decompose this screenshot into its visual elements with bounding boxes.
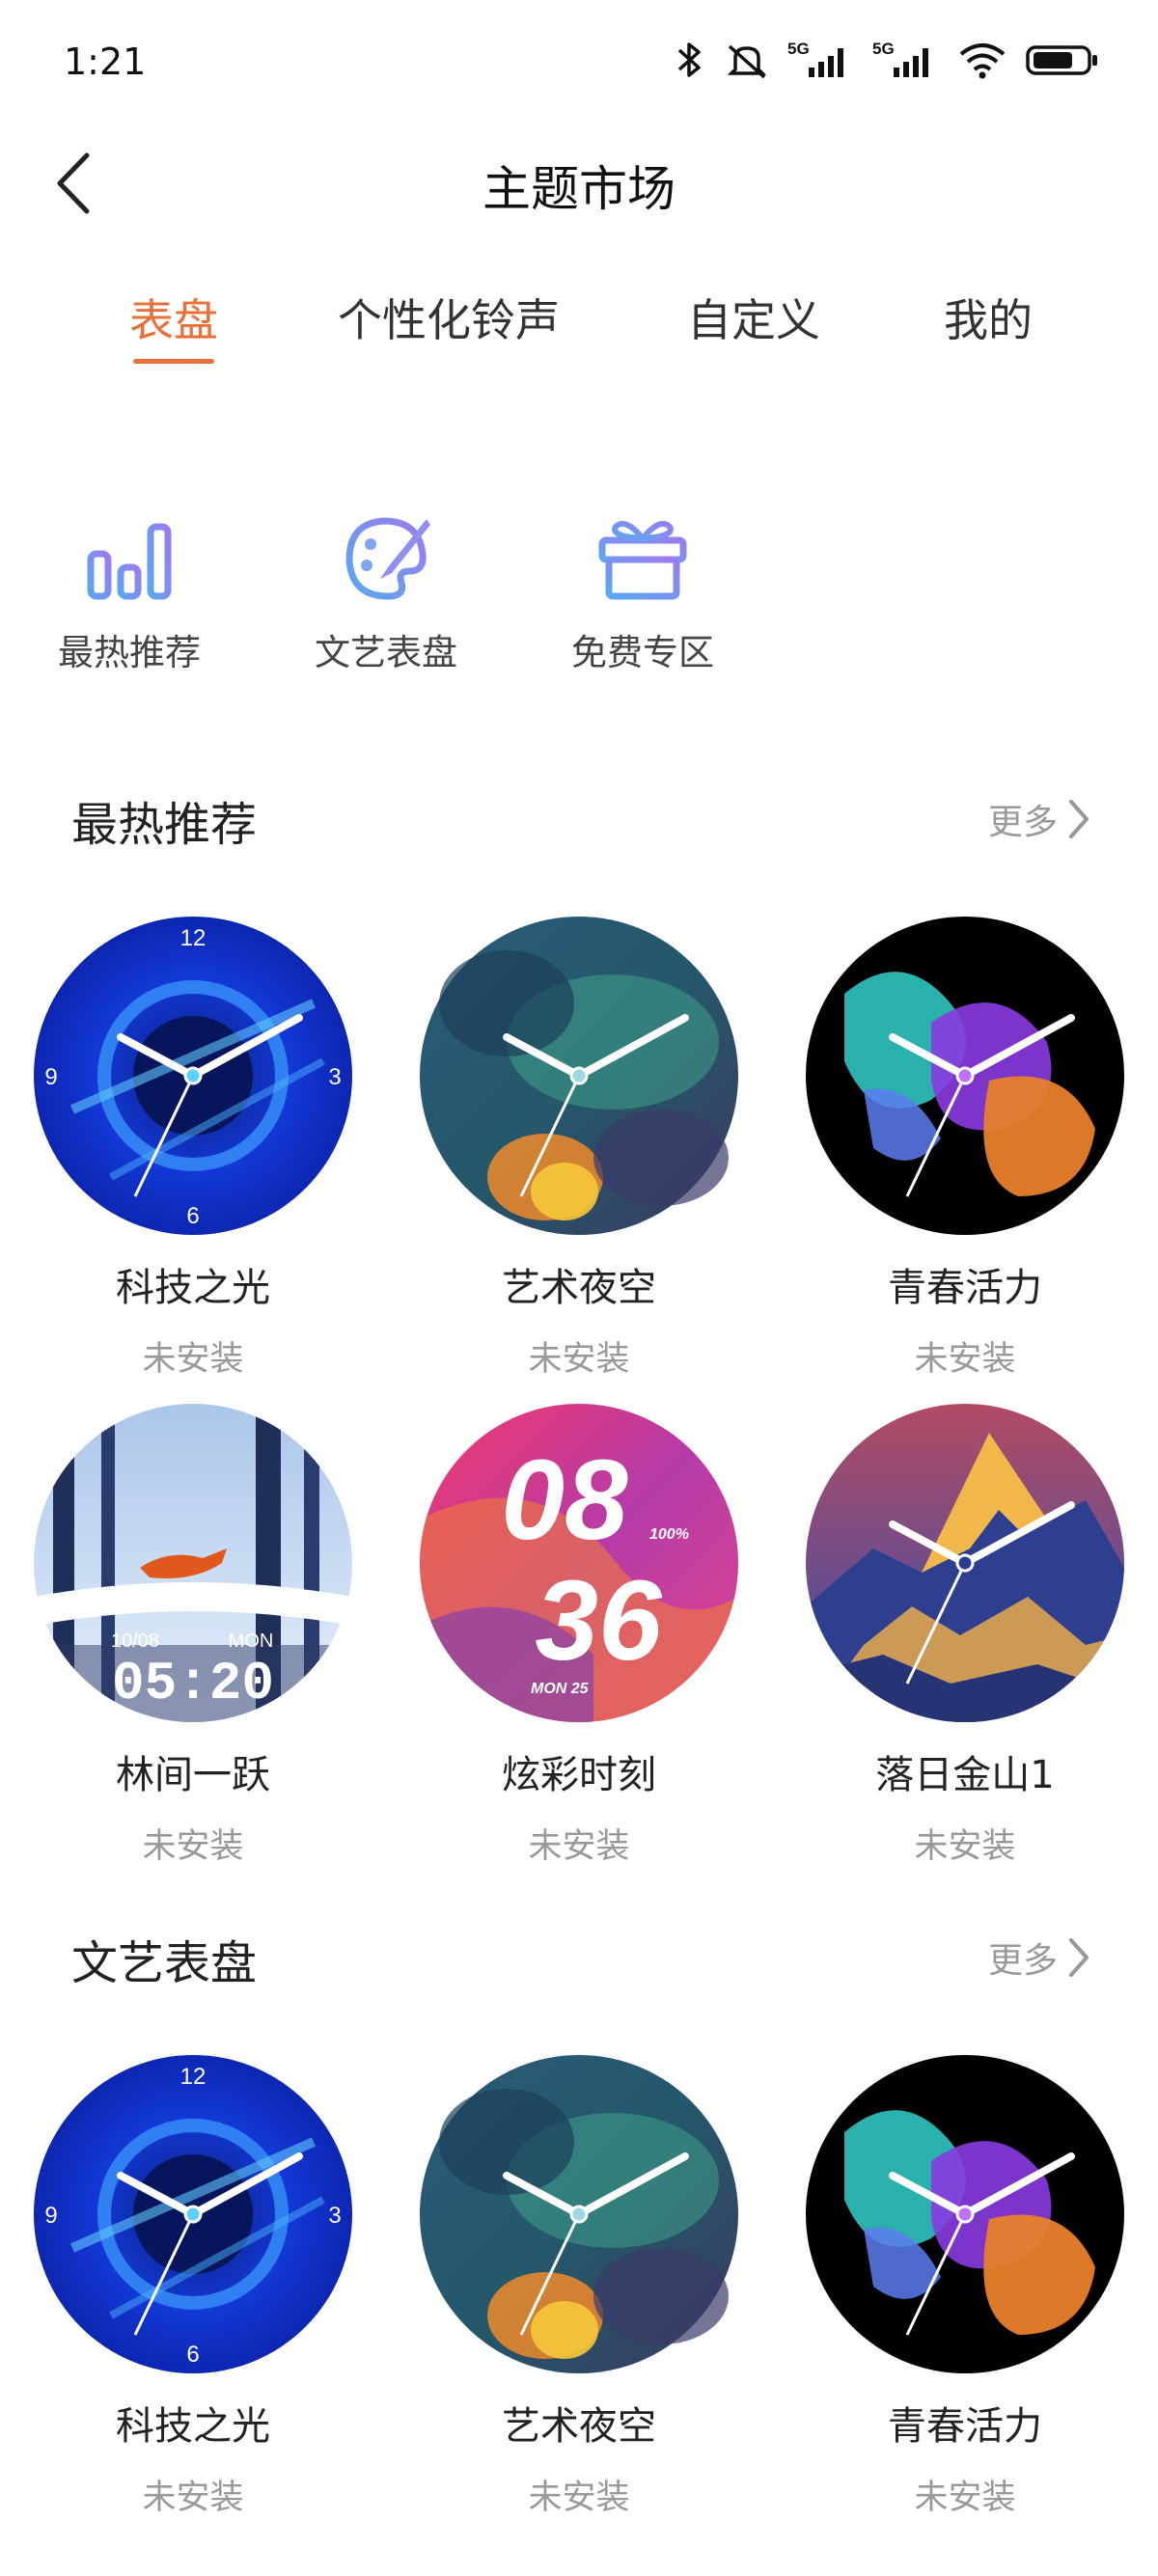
category-label: 免费专区 bbox=[571, 632, 714, 673]
install-status: 未安装 bbox=[528, 1827, 630, 1866]
watch-face-card[interactable]: 12 3 6 9 科技之光 未安装 bbox=[29, 917, 357, 1380]
dial-number: 3 bbox=[328, 1064, 341, 1090]
install-status: 未安装 bbox=[142, 2479, 244, 2517]
active-tab-indicator bbox=[133, 359, 214, 364]
watch-face-name: 艺术夜空 bbox=[502, 1266, 656, 1310]
watch-face-preview bbox=[420, 917, 738, 1235]
category-label: 最热推荐 bbox=[58, 632, 201, 673]
watch-minute: 36 bbox=[535, 1557, 663, 1685]
more-link[interactable]: 更多 bbox=[988, 1932, 1090, 1983]
category-free[interactable]: 免费专区 bbox=[546, 511, 739, 675]
net2-label: 5G bbox=[872, 40, 895, 58]
watch-face-card[interactable]: 青春活力 未安装 bbox=[801, 917, 1129, 1380]
watch-face-name: 青春活力 bbox=[888, 1266, 1042, 1310]
category-label: 文艺表盘 bbox=[315, 632, 457, 673]
watch-face-preview bbox=[806, 917, 1124, 1235]
watch-face-card[interactable]: 艺术夜空 未安装 bbox=[415, 917, 743, 1380]
watch-face-name: 青春活力 bbox=[888, 2404, 1042, 2449]
install-status: 未安装 bbox=[142, 1827, 244, 1866]
watch-face-preview: 12 3 6 9 bbox=[34, 917, 352, 1235]
watch-hour: 08 bbox=[501, 1437, 628, 1564]
dial-number: 3 bbox=[328, 2203, 341, 2229]
status-time: 1:21 bbox=[64, 41, 147, 83]
tab-bar: 表盘 个性化铃声 自定义 我的 bbox=[0, 286, 1158, 382]
category-shortcuts: 最热推荐 文艺表盘 免费专区 bbox=[0, 511, 772, 685]
status-icons: 5G 5G bbox=[674, 39, 1100, 81]
chevron-right-icon bbox=[1069, 800, 1089, 838]
watch-face-preview: 08 36 100% MON 25 bbox=[420, 1404, 738, 1722]
watch-face-card[interactable]: 12 3 6 9 科技之光 未安装 bbox=[29, 2055, 357, 2518]
tab-label: 个性化铃声 bbox=[338, 294, 560, 346]
watch-day: MON bbox=[229, 1631, 274, 1652]
tab-label: 表盘 bbox=[129, 294, 218, 346]
mute-bell-icon bbox=[724, 41, 770, 79]
dial-number: 6 bbox=[186, 2342, 199, 2368]
watch-face-card[interactable]: 10/08 MON 05:20 林间一跃 未安装 bbox=[29, 1404, 357, 1867]
bluetooth-icon bbox=[674, 41, 706, 79]
more-label: 更多 bbox=[987, 1941, 1058, 1981]
install-status: 未安装 bbox=[914, 1340, 1016, 1379]
dial-number: 9 bbox=[44, 2203, 57, 2229]
install-status: 未安装 bbox=[914, 1827, 1016, 1866]
watch-face-name: 艺术夜空 bbox=[502, 2404, 656, 2449]
gift-icon bbox=[598, 521, 687, 600]
watch-face-card[interactable]: 08 36 100% MON 25 炫彩时刻 未安装 bbox=[415, 1404, 743, 1867]
watch-face-preview: 12 3 6 9 bbox=[34, 2055, 352, 2373]
tab-mine[interactable]: 我的 bbox=[944, 286, 1033, 349]
watch-battery: 100% bbox=[649, 1526, 689, 1543]
nav-bar: 主题市场 bbox=[0, 125, 1158, 241]
dial-number: 9 bbox=[44, 1064, 57, 1090]
tab-label: 我的 bbox=[944, 294, 1033, 346]
section-header-hot: 最热推荐 更多 bbox=[0, 786, 1158, 863]
chevron-right-icon bbox=[1069, 1938, 1089, 1977]
status-bar: 1:21 5G 5G bbox=[0, 0, 1158, 125]
watch-face-preview bbox=[806, 2055, 1124, 2373]
tab-ringtones[interactable]: 个性化铃声 bbox=[338, 286, 560, 349]
watch-time: 05:20 bbox=[112, 1653, 274, 1714]
watch-face-preview bbox=[420, 2055, 738, 2373]
install-status: 未安装 bbox=[528, 1340, 630, 1379]
watch-face-grid-art: 12 3 6 9 科技之光 未安装 艺术夜空 未安装 青春活力 未安装 bbox=[0, 2055, 1158, 2576]
signal-5g-icon: 5G bbox=[787, 39, 855, 81]
watch-date: 10/08 bbox=[111, 1631, 159, 1652]
watch-face-card[interactable]: 艺术夜空 未安装 bbox=[415, 2055, 743, 2518]
section-title: 文艺表盘 bbox=[71, 1936, 258, 1990]
category-art[interactable]: 文艺表盘 bbox=[290, 511, 482, 675]
watch-face-card[interactable]: 青春活力 未安装 bbox=[801, 2055, 1129, 2518]
watch-face-name: 落日金山1 bbox=[875, 1753, 1055, 1797]
watch-face-card[interactable]: 落日金山1 未安装 bbox=[801, 1404, 1129, 1867]
watch-face-name: 炫彩时刻 bbox=[502, 1753, 656, 1797]
watch-face-preview: 10/08 MON 05:20 bbox=[34, 1404, 352, 1722]
palette-icon bbox=[345, 517, 430, 600]
tab-label: 自定义 bbox=[687, 294, 820, 346]
section-header-art: 文艺表盘 更多 bbox=[0, 1925, 1158, 2002]
install-status: 未安装 bbox=[142, 1340, 244, 1379]
install-status: 未安装 bbox=[528, 2479, 630, 2517]
tab-watch-faces[interactable]: 表盘 bbox=[129, 286, 218, 364]
net1-label: 5G bbox=[787, 40, 810, 58]
tab-custom[interactable]: 自定义 bbox=[687, 286, 820, 349]
watch-face-name: 林间一跃 bbox=[116, 1753, 270, 1797]
watch-face-name: 科技之光 bbox=[116, 1266, 270, 1310]
more-link[interactable]: 更多 bbox=[988, 794, 1090, 844]
watch-face-grid-hot: 12 3 6 9 科技之光 未安装 艺术夜空 未安装 青春活力 未安装 10/0… bbox=[0, 917, 1158, 1881]
watch-date: MON 25 bbox=[531, 1681, 590, 1697]
install-status: 未安装 bbox=[914, 2479, 1016, 2517]
signal-5g-icon-2: 5G bbox=[872, 39, 940, 81]
section-title: 最热推荐 bbox=[71, 798, 258, 852]
more-label: 更多 bbox=[987, 803, 1058, 842]
dial-number: 12 bbox=[180, 925, 207, 951]
wifi-icon bbox=[957, 39, 1007, 81]
bar-chart-icon bbox=[87, 523, 172, 600]
category-hot[interactable]: 最热推荐 bbox=[33, 511, 226, 675]
watch-face-name: 科技之光 bbox=[116, 2404, 270, 2449]
dial-number: 6 bbox=[186, 1203, 199, 1229]
page-title: 主题市场 bbox=[482, 161, 676, 217]
watch-face-preview bbox=[806, 1404, 1124, 1722]
battery-icon bbox=[1025, 41, 1100, 79]
dial-number: 12 bbox=[180, 2064, 207, 2090]
